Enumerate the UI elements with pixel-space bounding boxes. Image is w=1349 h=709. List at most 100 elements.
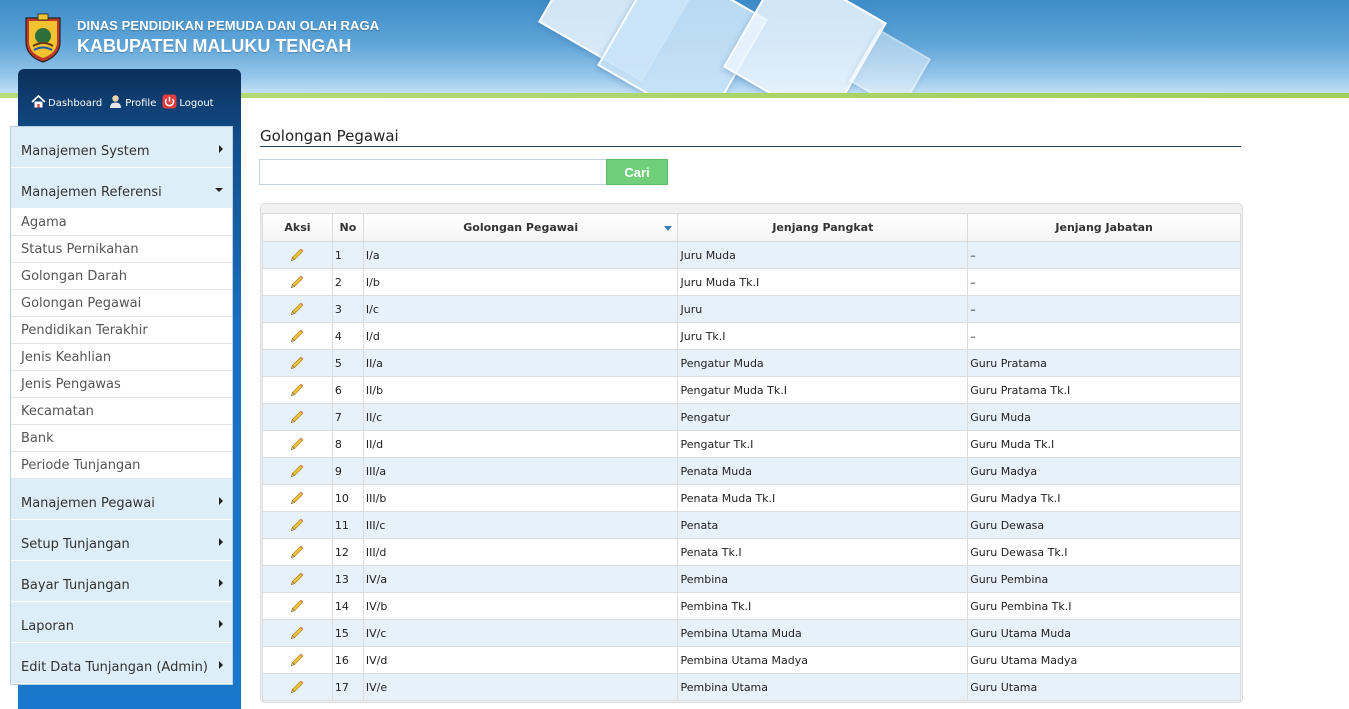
cell-pangkat: Pengatur Tk.I bbox=[677, 430, 969, 458]
action-cell bbox=[262, 646, 333, 674]
pencil-icon[interactable] bbox=[289, 598, 305, 614]
column-header-no[interactable]: No bbox=[331, 213, 364, 242]
cell-no: 13 bbox=[331, 565, 364, 593]
dashboard-label: Dashboard bbox=[48, 98, 103, 109]
pencil-icon[interactable] bbox=[289, 409, 305, 425]
table-row: 8 II/d Pengatur Tk.I Guru Muda Tk.I bbox=[262, 430, 1241, 458]
dashboard-link[interactable]: Dashboard bbox=[31, 94, 102, 109]
pencil-icon[interactable] bbox=[289, 247, 305, 263]
golongan-table: Aksi No Golongan Pegawai Jenjang Pangkat… bbox=[262, 213, 1241, 701]
cell-no: 12 bbox=[331, 538, 364, 566]
menu-bayar-tunjangan[interactable]: Bayar Tunjangan bbox=[11, 561, 232, 602]
submenu-golongan-darah[interactable]: Golongan Darah bbox=[11, 263, 232, 290]
table-row: 1 I/a Juru Muda – bbox=[262, 241, 1241, 269]
cell-no: 3 bbox=[331, 295, 364, 323]
cell-jabatan: Guru Muda Tk.I bbox=[967, 430, 1241, 458]
chevron-right-icon bbox=[219, 579, 223, 587]
cell-pangkat: Pembina bbox=[677, 565, 969, 593]
submenu-periode-tunjangan[interactable]: Periode Tunjangan bbox=[11, 452, 232, 479]
cell-pangkat: Juru Muda Tk.I bbox=[677, 268, 969, 296]
menu-edit-data-tunjangan[interactable]: Edit Data Tunjangan (Admin) bbox=[11, 643, 232, 684]
cell-golongan: I/c bbox=[362, 295, 679, 323]
action-cell bbox=[262, 295, 333, 323]
cell-no: 6 bbox=[331, 376, 364, 404]
pencil-icon[interactable] bbox=[289, 544, 305, 560]
cell-golongan: II/d bbox=[362, 430, 679, 458]
table-row: 17 IV/e Pembina Utama Guru Utama bbox=[262, 673, 1241, 701]
table-row: 14 IV/b Pembina Tk.I Guru Pembina Tk.I bbox=[262, 592, 1241, 620]
cell-pangkat: Pembina Utama bbox=[677, 673, 969, 701]
cell-jabatan: – bbox=[967, 295, 1241, 323]
action-cell bbox=[262, 484, 333, 512]
pencil-icon[interactable] bbox=[289, 301, 305, 317]
search-input[interactable] bbox=[259, 159, 607, 185]
cell-jabatan: – bbox=[967, 322, 1241, 350]
pencil-icon[interactable] bbox=[289, 490, 305, 506]
pencil-icon[interactable] bbox=[289, 625, 305, 641]
menu-setup-tunjangan[interactable]: Setup Tunjangan bbox=[11, 520, 232, 561]
cell-jabatan: Guru Madya bbox=[967, 457, 1241, 485]
submenu-agama[interactable]: Agama bbox=[11, 209, 232, 236]
regency-logo bbox=[25, 13, 61, 63]
logout-label: Logout bbox=[179, 98, 214, 109]
submenu-pendidikan-terakhir[interactable]: Pendidikan Terakhir bbox=[11, 317, 232, 344]
menu-label: Setup Tunjangan bbox=[21, 537, 130, 552]
cell-jabatan: Guru Madya Tk.I bbox=[967, 484, 1241, 512]
column-header-jabatan[interactable]: Jenjang Jabatan bbox=[967, 213, 1241, 242]
menu-label: Manajemen Referensi bbox=[21, 185, 162, 200]
cell-pangkat: Pengatur bbox=[677, 403, 969, 431]
cell-jabatan: Guru Dewasa Tk.I bbox=[967, 538, 1241, 566]
submenu-golongan-pegawai[interactable]: Golongan Pegawai bbox=[11, 290, 232, 317]
user-icon bbox=[110, 95, 122, 108]
menu-laporan[interactable]: Laporan bbox=[11, 602, 232, 643]
submenu-bank[interactable]: Bank bbox=[11, 425, 232, 452]
menu-manajemen-system[interactable]: Manajemen System bbox=[11, 127, 232, 168]
pencil-icon[interactable] bbox=[289, 382, 305, 398]
cell-no: 15 bbox=[331, 619, 364, 647]
table-row: 11 III/c Penata Guru Dewasa bbox=[262, 511, 1241, 539]
table-row: 9 III/a Penata Muda Guru Madya bbox=[262, 457, 1241, 485]
action-cell bbox=[262, 349, 333, 377]
chevron-right-icon bbox=[219, 538, 223, 546]
logout-link[interactable]: Logout bbox=[162, 94, 214, 109]
column-header-pangkat[interactable]: Jenjang Pangkat bbox=[677, 213, 969, 242]
sidebar-menu: Manajemen System Manajemen Referensi Aga… bbox=[10, 126, 233, 685]
menu-manajemen-referensi[interactable]: Manajemen Referensi bbox=[11, 168, 232, 209]
column-header-golongan[interactable]: Golongan Pegawai bbox=[362, 213, 679, 242]
menu-label: Manajemen System bbox=[21, 144, 150, 159]
pencil-icon[interactable] bbox=[289, 652, 305, 668]
menu-label: Bayar Tunjangan bbox=[21, 578, 130, 593]
table-row: 6 II/b Pengatur Muda Tk.I Guru Pratama Tk.I bbox=[262, 376, 1241, 404]
top-navigation: Dashboard Profile Logout bbox=[31, 94, 214, 109]
submenu-jenis-keahlian[interactable]: Jenis Keahlian bbox=[11, 344, 232, 371]
submenu-jenis-pengawas[interactable]: Jenis Pengawas bbox=[11, 371, 232, 398]
search-button[interactable]: Cari bbox=[606, 159, 668, 185]
cell-jabatan: Guru Pratama bbox=[967, 349, 1241, 377]
submenu-status-pernikahan[interactable]: Status Pernikahan bbox=[11, 236, 232, 263]
table-row: 16 IV/d Pembina Utama Madya Guru Utama Mady… bbox=[262, 646, 1241, 674]
menu-manajemen-pegawai[interactable]: Manajemen Pegawai bbox=[11, 479, 232, 520]
cell-no: 5 bbox=[331, 349, 364, 377]
cell-no: 9 bbox=[331, 457, 364, 485]
sort-desc-icon bbox=[664, 226, 673, 231]
pencil-icon[interactable] bbox=[289, 463, 305, 479]
pencil-icon[interactable] bbox=[289, 355, 305, 371]
cell-pangkat: Penata bbox=[677, 511, 969, 539]
submenu-kecamatan[interactable]: Kecamatan bbox=[11, 398, 232, 425]
action-cell bbox=[262, 538, 333, 566]
cell-no: 16 bbox=[331, 646, 364, 674]
pencil-icon[interactable] bbox=[289, 436, 305, 452]
table-row: 5 II/a Pengatur Muda Guru Pratama bbox=[262, 349, 1241, 377]
profile-label: Profile bbox=[125, 98, 157, 109]
pencil-icon[interactable] bbox=[289, 274, 305, 290]
pencil-icon[interactable] bbox=[289, 328, 305, 344]
cell-golongan: IV/d bbox=[362, 646, 679, 674]
agency-name: DINAS PENDIDIKAN PEMUDA DAN OLAH RAGA bbox=[77, 18, 380, 33]
action-cell bbox=[262, 592, 333, 620]
profile-link[interactable]: Profile bbox=[108, 94, 156, 109]
pencil-icon[interactable] bbox=[289, 517, 305, 533]
cell-no: 8 bbox=[331, 430, 364, 458]
pencil-icon[interactable] bbox=[289, 571, 305, 587]
cell-golongan: III/a bbox=[362, 457, 679, 485]
pencil-icon[interactable] bbox=[289, 679, 305, 695]
